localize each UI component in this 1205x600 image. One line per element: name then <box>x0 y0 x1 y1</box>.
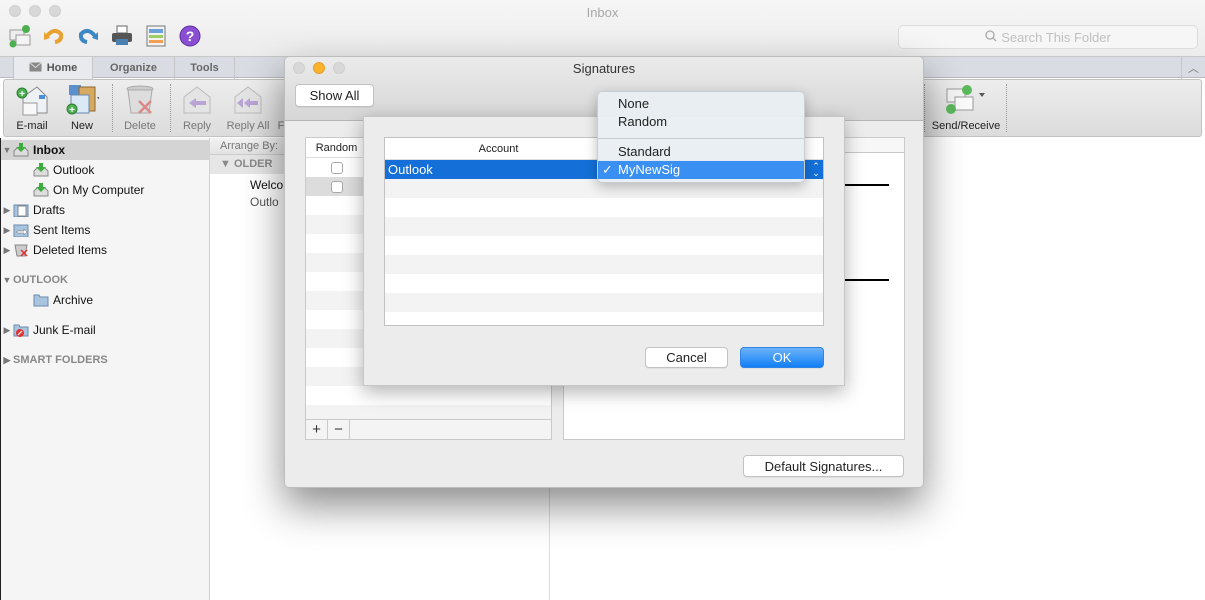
signature-list-footer: + − <box>305 419 552 440</box>
account-row <box>385 217 823 236</box>
folder-icon <box>33 293 49 307</box>
print-icon[interactable] <box>110 24 134 48</box>
menu-item-none[interactable]: None <box>598 95 804 113</box>
reply-all-button[interactable]: Reply All <box>223 80 273 136</box>
send-receive-button[interactable]: Send/Receive <box>930 80 1002 136</box>
column-random[interactable]: Random <box>306 141 368 154</box>
menu-item-standard[interactable]: Standard <box>598 143 804 161</box>
undo-icon[interactable] <box>42 24 66 48</box>
inbox-icon <box>33 183 49 197</box>
sent-folder-icon <box>13 223 29 237</box>
folder-inbox-outlook[interactable]: Outlook <box>1 160 210 180</box>
disclosure-expanded-icon: ▼ <box>2 275 12 285</box>
new-email-button[interactable]: + E-mail <box>9 80 55 136</box>
message-subject[interactable]: Outlo <box>250 195 279 209</box>
envelope-icon <box>28 61 42 75</box>
section-outlook[interactable]: ▼ OUTLOOK <box>1 270 68 290</box>
search-placeholder: Search This Folder <box>1001 29 1111 45</box>
disclosure-collapsed-icon[interactable]: ▶ <box>1 225 13 236</box>
tab-home[interactable]: Home <box>13 57 93 79</box>
tab-organize[interactable]: Organize <box>93 57 175 79</box>
remove-signature-button[interactable]: − <box>328 420 350 439</box>
section-smart-folders[interactable]: ▶ SMART FOLDERS <box>1 350 108 370</box>
popup-stepper-icon[interactable]: ⌃ ⌄ <box>809 160 823 179</box>
checkmark-icon: ✓ <box>602 162 613 177</box>
new-email-icon: + <box>15 83 49 117</box>
redo-icon[interactable] <box>76 24 100 48</box>
account-row <box>385 274 823 293</box>
account-row <box>385 236 823 255</box>
column-account[interactable]: Account <box>385 138 613 159</box>
search-icon <box>985 29 997 45</box>
window-title: Signatures <box>572 61 636 76</box>
menu-item-random[interactable]: Random <box>598 113 804 131</box>
random-checkbox[interactable] <box>331 161 343 174</box>
disclosure-collapsed-icon: ▶ <box>3 354 11 365</box>
ribbon-separator <box>112 84 113 132</box>
new-item-icon: + <box>65 83 99 117</box>
window-title: Inbox <box>586 5 619 20</box>
account-row <box>385 198 823 217</box>
account-row <box>385 312 823 325</box>
message-sender[interactable]: Welco <box>250 178 283 192</box>
cancel-button[interactable]: Cancel <box>645 347 728 368</box>
disclosure-collapsed-icon[interactable]: ▶ <box>1 205 13 216</box>
ok-button[interactable]: OK <box>740 347 824 368</box>
outlook-app: Inbox ? Search This Folder Home Organize… <box>0 0 1205 600</box>
disclosure-collapsed-icon[interactable]: ▶ <box>1 325 13 336</box>
folder-sent-items[interactable]: ▶ Sent Items <box>1 220 210 240</box>
folder-deleted-items[interactable]: ▶ Deleted Items <box>1 240 210 260</box>
ribbon-separator <box>924 84 925 132</box>
svg-text:+: + <box>19 89 25 100</box>
ribbon-separator <box>170 84 171 132</box>
account-name: Outlook <box>388 162 433 177</box>
send-receive-icon[interactable] <box>8 24 32 48</box>
folder-archive[interactable]: Archive <box>1 290 210 310</box>
account-row <box>385 255 823 274</box>
send-receive-icon <box>941 83 991 117</box>
signature-popup-menu: None Random Standard ✓ MyNewSig <box>597 91 805 183</box>
quick-access-toolbar: ? <box>8 24 202 48</box>
account-rows: Outlook ⌃ ⌄ <box>385 160 823 325</box>
drafts-folder-icon <box>13 203 29 217</box>
junk-folder-icon <box>13 323 29 337</box>
add-signature-button[interactable]: + <box>306 420 328 439</box>
disclosure-expanded-icon[interactable]: ▼ <box>1 145 13 155</box>
show-all-button[interactable]: Show All <box>295 84 374 107</box>
collapse-ribbon-button[interactable]: ︿ <box>1181 57 1205 79</box>
trash-icon <box>13 243 29 257</box>
folder-junk-email[interactable]: ▶ Junk E-mail <box>1 320 210 340</box>
ribbon-separator <box>1006 84 1007 132</box>
default-signatures-button[interactable]: Default Signatures... <box>743 455 904 477</box>
svg-text:+: + <box>69 105 75 116</box>
view-icon[interactable] <box>144 24 168 48</box>
disclosure-expanded-icon: ▼ <box>220 158 234 170</box>
tab-tools[interactable]: Tools <box>175 57 235 79</box>
search-input[interactable]: Search This Folder <box>898 25 1198 49</box>
account-row <box>385 293 823 312</box>
inbox-icon <box>33 163 49 177</box>
reply-all-icon <box>231 83 265 117</box>
reply-button[interactable]: Reply <box>176 80 218 136</box>
folder-inbox[interactable]: ▼ Inbox <box>1 140 210 160</box>
signature-row <box>306 386 551 405</box>
main-titlebar: Inbox ? Search This Folder <box>0 0 1205 56</box>
help-icon[interactable]: ? <box>178 24 202 48</box>
svg-text:?: ? <box>186 28 195 44</box>
folder-sidebar: ▼ Inbox Outlook On My Computer ▶ Drafts … <box>0 138 210 600</box>
inbox-icon <box>13 143 29 157</box>
chevron-up-icon: ︿ <box>1188 63 1199 75</box>
reply-icon <box>180 83 214 117</box>
trash-icon <box>123 83 157 117</box>
menu-item-mynewsig[interactable]: ✓ MyNewSig <box>598 161 804 179</box>
folder-inbox-on-my-computer[interactable]: On My Computer <box>1 180 210 200</box>
disclosure-collapsed-icon[interactable]: ▶ <box>1 245 13 256</box>
delete-button[interactable]: Delete <box>118 80 162 136</box>
menu-separator <box>598 138 804 139</box>
folder-drafts[interactable]: ▶ Drafts <box>1 200 210 220</box>
new-item-button[interactable]: + New <box>58 80 106 136</box>
random-checkbox[interactable] <box>331 180 343 193</box>
